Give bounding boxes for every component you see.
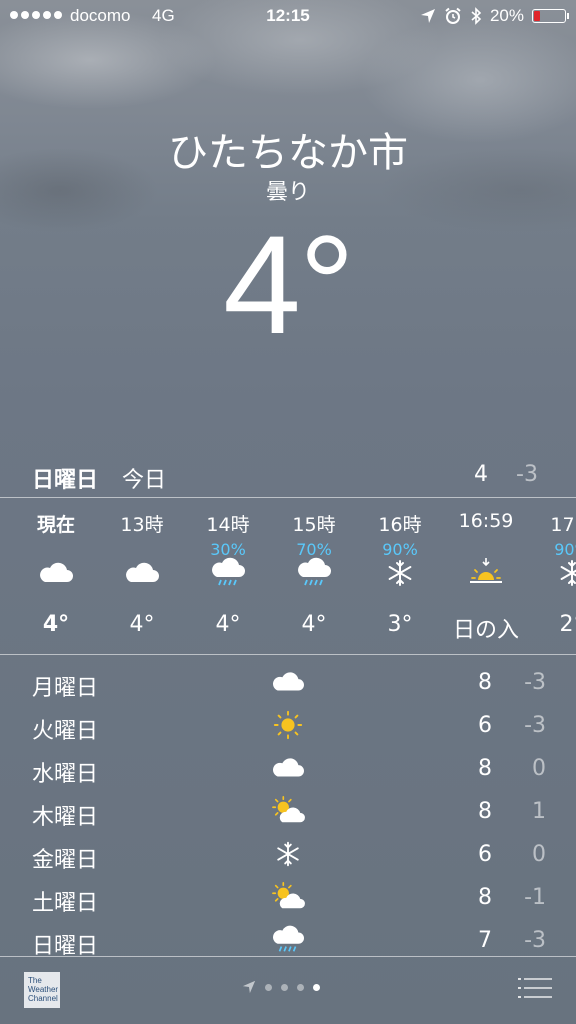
location-arrow-icon <box>242 980 256 994</box>
daily-low: -3 <box>524 670 546 695</box>
bottom-toolbar: The Weather Channel <box>0 956 576 1024</box>
hour-temp: 2° <box>559 612 576 637</box>
daily-high: 6 <box>478 713 492 738</box>
hour-label: 16時 <box>378 514 422 536</box>
hour-label: 17時 <box>550 514 576 536</box>
weather-channel-logo[interactable]: The Weather Channel <box>24 972 60 1008</box>
daily-high: 8 <box>478 670 492 695</box>
page-indicator[interactable] <box>242 980 320 994</box>
city-name: ひたちなか市 <box>168 130 408 176</box>
daily-high: 8 <box>478 756 492 781</box>
daily-high: 8 <box>478 799 492 824</box>
daily-high: 7 <box>478 928 492 953</box>
location-arrow-icon <box>420 9 435 23</box>
battery-fill <box>534 11 540 21</box>
hour-label: 16:59 <box>458 510 514 532</box>
page-dot[interactable] <box>281 983 288 991</box>
today-high: 4 <box>474 462 488 487</box>
rain-icon <box>295 556 333 590</box>
hour-temp: 4° <box>42 612 70 637</box>
today-low: -3 <box>516 462 538 487</box>
cloud-icon <box>270 666 306 698</box>
daily-day: 月曜日 <box>32 676 99 701</box>
hourly-forecast[interactable]: 現在 4° 13時 4° 14時 30% 4° 15時 70% 4° 16時 9… <box>0 498 576 654</box>
daily-high: 8 <box>478 885 492 910</box>
cloud-icon <box>37 556 75 590</box>
hour-temp: 3° <box>387 612 413 637</box>
hour-label: 13時 <box>120 514 164 536</box>
today-summary: 日曜日 今日 4 -3 <box>0 458 576 496</box>
today-day: 日曜日 <box>32 468 99 493</box>
bluetooth-icon <box>471 7 482 25</box>
cloud-icon <box>123 556 161 590</box>
daily-day: 水曜日 <box>32 762 99 787</box>
hour-temp: 4° <box>215 612 241 637</box>
daily-low: -3 <box>524 928 546 953</box>
cloud-icon <box>270 752 306 784</box>
hour-label: 15時 <box>292 514 336 536</box>
partly-cloudy-icon <box>270 795 306 827</box>
city-list-icon[interactable] <box>518 976 552 1000</box>
current-condition: 曇り <box>265 180 310 205</box>
status-bar: docomo 4G 12:15 20% <box>0 0 576 34</box>
hour-label: 14時 <box>206 514 250 536</box>
sun-icon <box>270 709 306 741</box>
daily-low: 1 <box>532 799 546 824</box>
hour-label: 現在 <box>36 514 75 536</box>
daily-high: 6 <box>478 842 492 867</box>
daily-row: 土曜日 8 -1 <box>0 877 576 919</box>
daily-row: 火曜日 6 -3 <box>0 705 576 747</box>
hour-temp: 4° <box>129 612 155 637</box>
daily-day: 金曜日 <box>32 848 99 873</box>
daily-low: -3 <box>524 713 546 738</box>
daily-row: 月曜日 8 -3 <box>0 662 576 704</box>
daily-low: -1 <box>524 885 546 910</box>
page-dot[interactable] <box>297 983 304 991</box>
rain-icon <box>270 924 306 956</box>
battery-icon <box>532 9 569 23</box>
sunset-icon <box>467 556 505 590</box>
page-dot[interactable] <box>265 983 272 991</box>
snowflake-icon <box>553 556 576 590</box>
hour-temp: 日の入 <box>452 618 519 643</box>
daily-low: 0 <box>532 756 546 781</box>
snowflake-icon <box>270 838 306 870</box>
snowflake-icon <box>381 556 419 590</box>
daily-day: 木曜日 <box>32 805 99 830</box>
hour-temp: 4° <box>301 612 327 637</box>
daily-day: 火曜日 <box>32 719 99 744</box>
alarm-icon <box>445 7 461 24</box>
daily-row: 金曜日 6 0 <box>0 834 576 876</box>
daily-row: 水曜日 8 0 <box>0 748 576 790</box>
divider <box>0 654 576 655</box>
page-dot-active[interactable] <box>313 983 320 991</box>
daily-low: 0 <box>532 842 546 867</box>
rain-icon <box>209 556 247 590</box>
today-label: 今日 <box>122 468 167 493</box>
daily-row: 木曜日 8 1 <box>0 791 576 833</box>
battery-percent: 20% <box>489 6 524 25</box>
current-temperature: 4° <box>223 206 355 363</box>
daily-day: 土曜日 <box>32 891 99 916</box>
partly-cloudy-icon <box>270 881 306 913</box>
